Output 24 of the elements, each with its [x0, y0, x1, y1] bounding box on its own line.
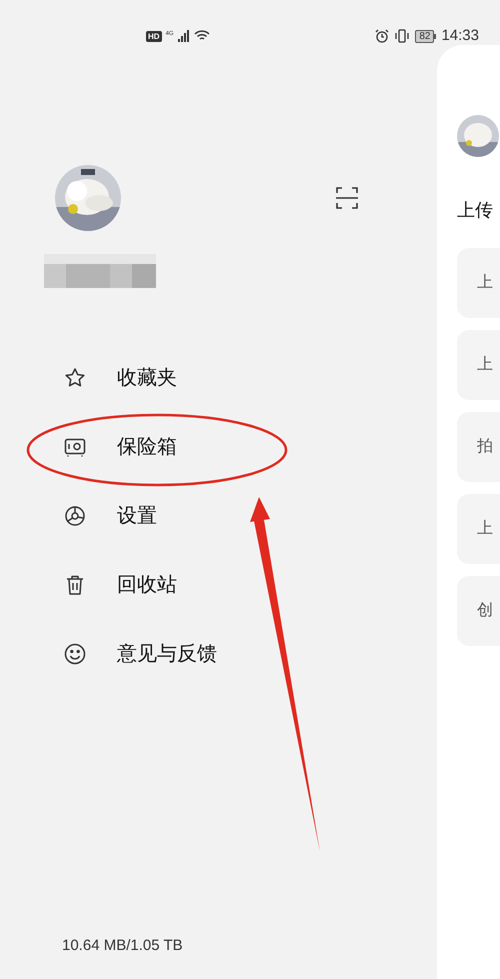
star-icon	[64, 366, 86, 388]
storage-usage: 10.64 MB/1.05 TB	[62, 936, 184, 956]
scan-icon[interactable]	[335, 186, 359, 210]
gear-icon	[64, 504, 86, 526]
menu-item[interactable]: 保险箱	[117, 432, 177, 462]
battery-level: 82	[415, 30, 434, 42]
vibrate-icon	[394, 29, 410, 43]
wifi-icon	[194, 30, 210, 42]
alarm-icon	[375, 29, 390, 43]
menu-item[interactable]: 设置	[117, 500, 157, 530]
menu-item[interactable]: 回收站	[117, 570, 177, 600]
menu-item[interactable]: 收藏夹	[117, 362, 177, 392]
hd-badge: HD	[146, 30, 162, 42]
trash-icon	[64, 574, 86, 596]
signal-icon	[178, 30, 190, 42]
panel-title: 上传	[457, 199, 494, 222]
option-card[interactable]: 创	[457, 576, 500, 646]
clock: 14:33	[441, 26, 479, 46]
option-card[interactable]: 上	[457, 248, 500, 318]
menu-item[interactable]: 意见与反馈	[117, 638, 217, 668]
smile-icon	[64, 642, 86, 664]
option-card[interactable]: 上	[457, 330, 500, 400]
option-card[interactable]: 拍	[457, 412, 500, 482]
option-card[interactable]: 上	[457, 494, 500, 564]
